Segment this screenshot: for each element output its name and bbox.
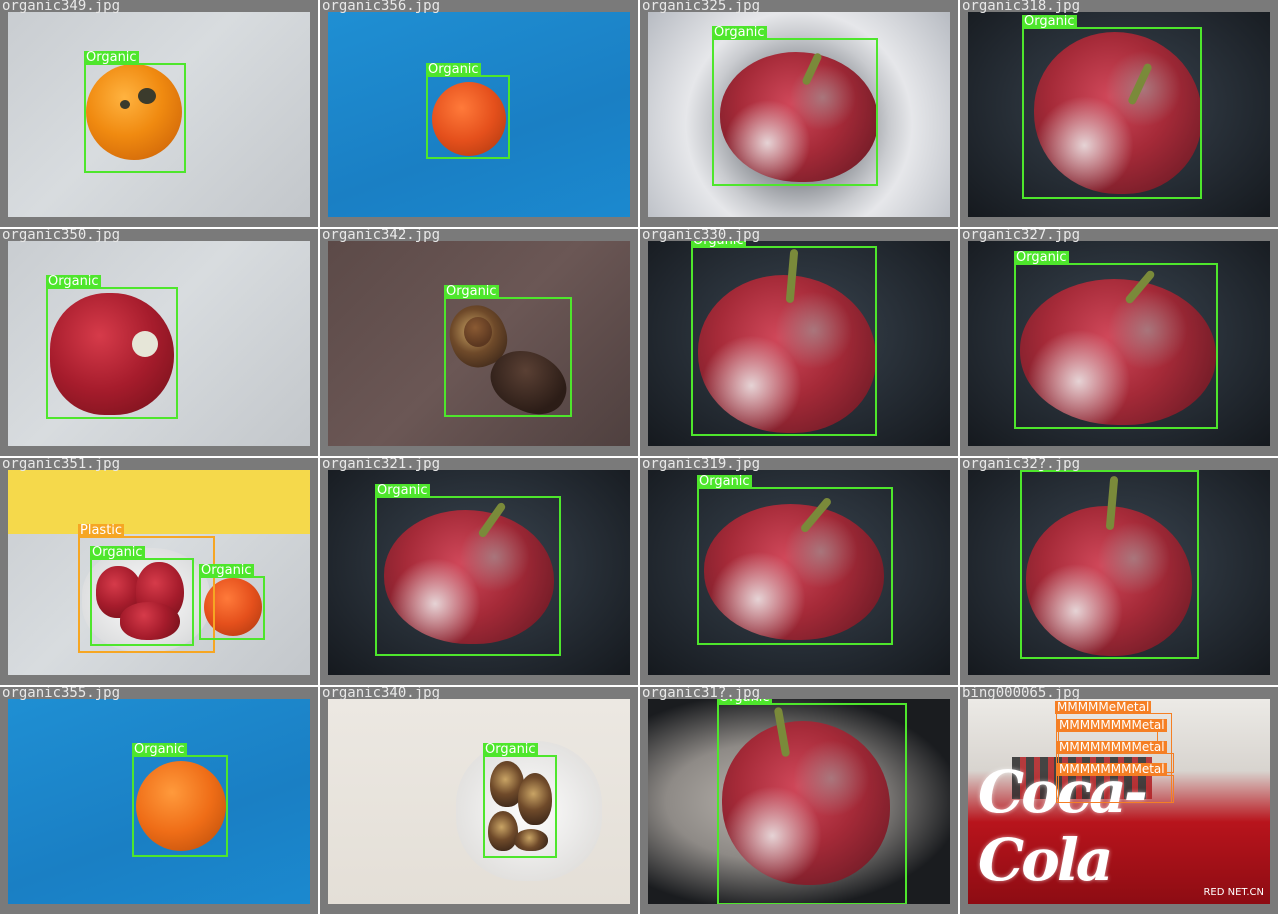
detection-label: Organic bbox=[1022, 14, 1077, 29]
tile-photo: Organic bbox=[968, 241, 1270, 446]
detection-box: Organic bbox=[1020, 470, 1199, 659]
tile-filename: organic340.jpg bbox=[322, 687, 441, 701]
tile-filename: organic342.jpg bbox=[322, 229, 441, 243]
tile-filename: bing000065.jpg bbox=[962, 687, 1081, 701]
result-tile[interactable]: organic319.jpg Organic bbox=[640, 458, 958, 685]
detection-results-grid: organic349.jpg Organic organic356.jpg Or… bbox=[0, 0, 1280, 916]
tile-photo: Organic bbox=[968, 470, 1270, 675]
tile-photo: Organic bbox=[328, 12, 630, 217]
tile-photo: Organic bbox=[648, 12, 950, 217]
detection-label: MMMMMMMMetal bbox=[1057, 740, 1167, 754]
tile-filename: organic327.jpg bbox=[962, 229, 1081, 243]
result-tile[interactable]: organic349.jpg Organic bbox=[0, 0, 318, 227]
detection-label: Organic bbox=[712, 25, 767, 40]
detection-label: MMMMMeMetal bbox=[1055, 700, 1152, 714]
watermark: RED NET.CN bbox=[1203, 887, 1264, 898]
tile-filename: organic318.jpg bbox=[962, 0, 1081, 14]
detection-label: Plastic bbox=[78, 523, 125, 538]
tile-filename: organic350.jpg bbox=[2, 229, 121, 243]
detection-box: Organic bbox=[691, 241, 877, 436]
result-tile[interactable]: bing000065.jpg MMMMMeMetal MMMMMMMMetal … bbox=[960, 687, 1278, 914]
tile-photo: Organic bbox=[328, 470, 630, 675]
detection-box: Organic bbox=[483, 743, 557, 858]
detection-label: Organic bbox=[483, 742, 538, 757]
tile-filename: organic349.jpg bbox=[2, 0, 121, 14]
detection-box: Organic bbox=[375, 484, 561, 656]
tile-photo: Organic bbox=[8, 699, 310, 904]
result-tile[interactable]: organic321.jpg Organic bbox=[320, 458, 638, 685]
detection-label: Organic bbox=[426, 62, 481, 77]
tile-photo: Plastic Organic Organic bbox=[8, 470, 310, 675]
tile-filename: organic355.jpg bbox=[2, 687, 121, 701]
detection-label: Organic bbox=[199, 563, 254, 578]
detection-box: Organic bbox=[84, 51, 186, 173]
result-tile[interactable]: organic351.jpg Plastic Organic Organic bbox=[0, 458, 318, 685]
detection-label: Organic bbox=[697, 474, 752, 489]
tile-filename: organic325.jpg bbox=[642, 0, 761, 14]
detection-box: Organic bbox=[717, 699, 907, 904]
tile-photo: Organic bbox=[648, 699, 950, 904]
tile-filename: organic321.jpg bbox=[322, 458, 441, 472]
detection-box: Organic bbox=[1022, 15, 1202, 199]
result-tile[interactable]: organic318.jpg Organic bbox=[960, 0, 1278, 227]
tile-filename: organic31?.jpg bbox=[642, 687, 761, 701]
tile-filename: organic330.jpg bbox=[642, 229, 761, 243]
tile-photo: Organic bbox=[328, 699, 630, 904]
detection-box: Organic bbox=[712, 26, 878, 186]
detection-box-metal: MMMMMMMMetal bbox=[1057, 763, 1174, 803]
tile-filename: organic351.jpg bbox=[2, 458, 121, 472]
result-tile[interactable]: organic325.jpg Organic bbox=[640, 0, 958, 227]
detection-box: Organic bbox=[46, 275, 178, 419]
tile-photo: MMMMMeMetal MMMMMMMMetal MMMMMMMMetal MM… bbox=[968, 699, 1270, 904]
detection-box: Organic bbox=[697, 475, 893, 645]
result-tile[interactable]: organic32?.jpg Organic bbox=[960, 458, 1278, 685]
tile-photo: Organic bbox=[8, 241, 310, 446]
result-tile[interactable]: organic327.jpg Organic bbox=[960, 229, 1278, 456]
detection-box: Organic bbox=[426, 63, 510, 159]
tile-photo: Organic bbox=[648, 470, 950, 675]
detection-label: Organic bbox=[375, 483, 430, 498]
detection-label: Organic bbox=[1014, 250, 1069, 265]
tile-photo: Organic bbox=[648, 241, 950, 446]
detection-box: Organic bbox=[1014, 251, 1218, 429]
detection-label: Organic bbox=[132, 742, 187, 757]
detection-label: MMMMMMMMetal bbox=[1057, 718, 1167, 732]
tile-photo: Organic bbox=[328, 241, 630, 446]
detection-label: Organic bbox=[444, 284, 499, 299]
yellow-band bbox=[8, 470, 310, 534]
detection-label: MMMMMMMMetal bbox=[1057, 762, 1167, 776]
result-tile[interactable]: organic356.jpg Organic bbox=[320, 0, 638, 227]
detection-box: Organic bbox=[199, 564, 265, 640]
detection-box: Organic bbox=[90, 546, 194, 646]
detection-label: Organic bbox=[46, 274, 101, 289]
detection-label: Organic bbox=[90, 545, 145, 560]
tile-filename: organic32?.jpg bbox=[962, 458, 1081, 472]
tile-filename: organic319.jpg bbox=[642, 458, 761, 472]
tile-photo: Organic bbox=[8, 12, 310, 217]
result-tile[interactable]: organic31?.jpg Organic bbox=[640, 687, 958, 914]
detection-label: Organic bbox=[84, 50, 139, 65]
detection-box: Organic bbox=[444, 285, 572, 417]
result-tile[interactable]: organic350.jpg Organic bbox=[0, 229, 318, 456]
tile-filename: organic356.jpg bbox=[322, 0, 441, 14]
detection-box: Organic bbox=[132, 743, 228, 857]
result-tile[interactable]: organic355.jpg Organic bbox=[0, 687, 318, 914]
result-tile[interactable]: organic340.jpg Organic bbox=[320, 687, 638, 914]
tile-photo: Organic bbox=[968, 12, 1270, 217]
result-tile[interactable]: organic342.jpg Organic bbox=[320, 229, 638, 456]
result-tile[interactable]: organic330.jpg Organic bbox=[640, 229, 958, 456]
